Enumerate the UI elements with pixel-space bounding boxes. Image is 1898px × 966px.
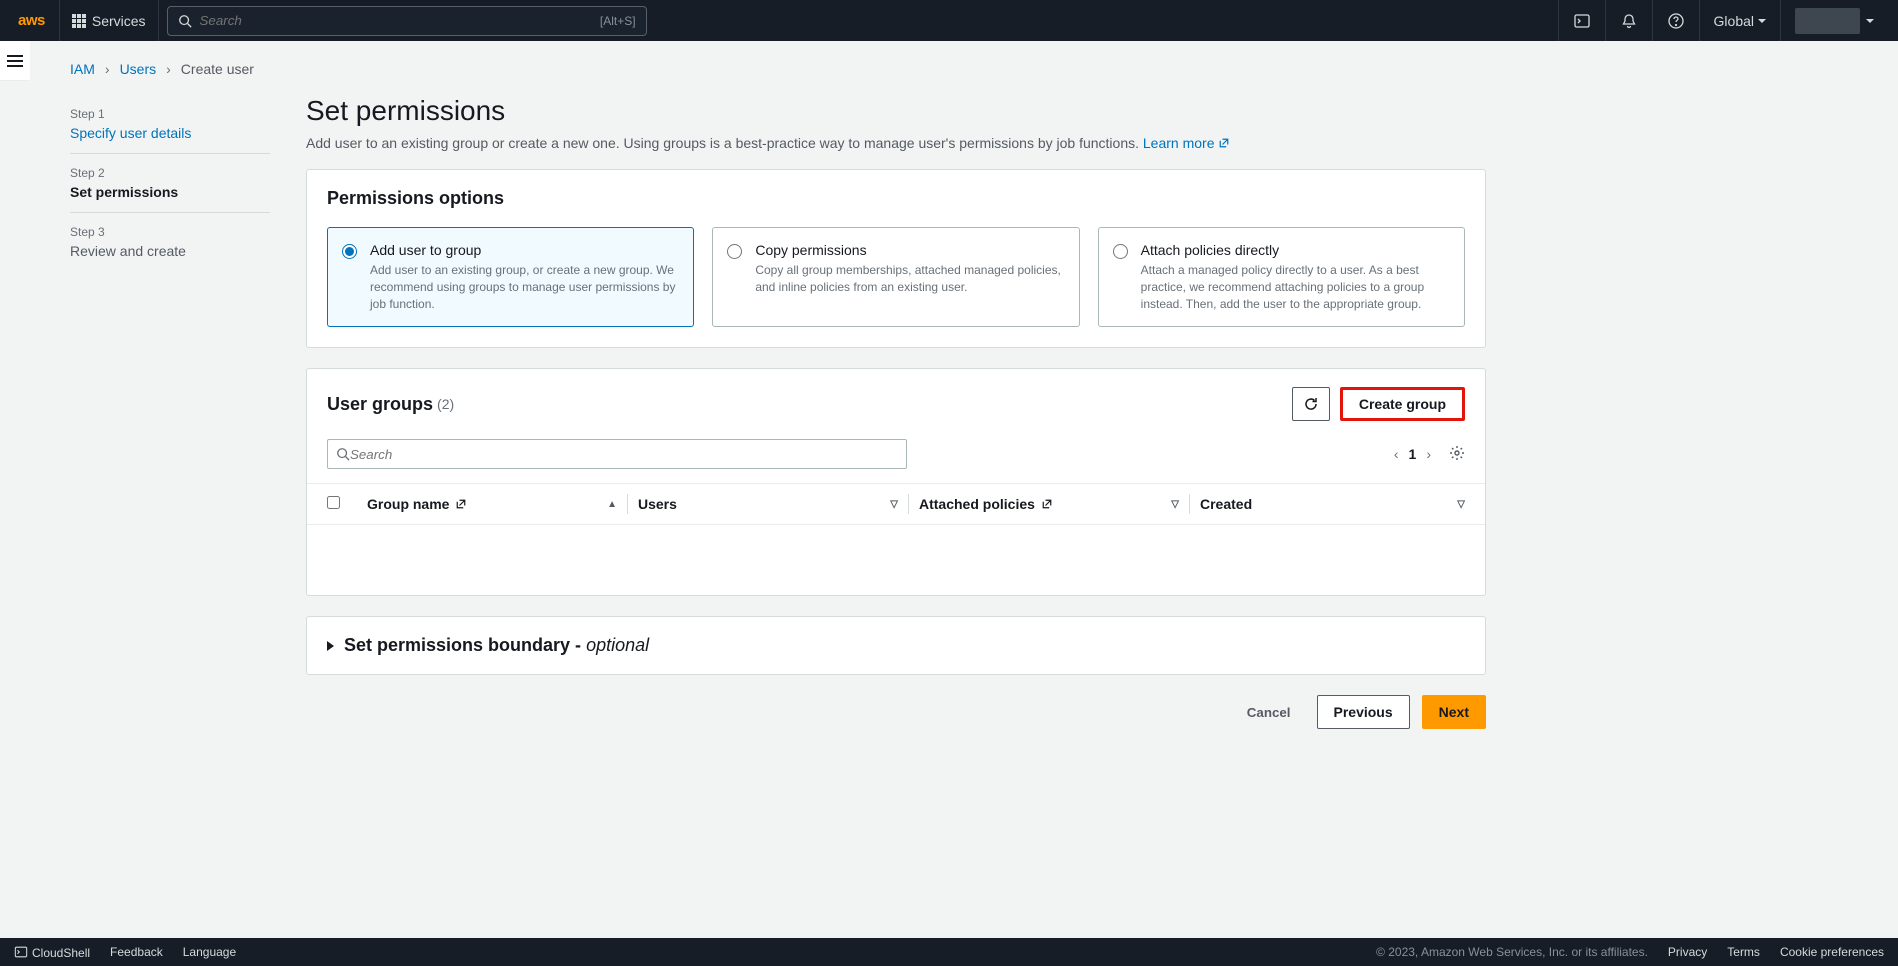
external-link-icon xyxy=(1041,498,1053,510)
step-label: Set permissions xyxy=(70,184,270,200)
breadcrumb-current: Create user xyxy=(181,61,254,77)
user-groups-title: User groups xyxy=(327,394,433,415)
user-groups-panel: User groups (2) Create group ‹ 1 xyxy=(306,368,1486,596)
step-label: Review and create xyxy=(70,243,270,259)
learn-more-link[interactable]: Learn more xyxy=(1143,135,1230,151)
page-subtitle: Add user to an existing group or create … xyxy=(306,135,1486,151)
cloudshell-nav-icon[interactable] xyxy=(1558,0,1605,41)
table-settings-button[interactable] xyxy=(1449,445,1465,464)
search-icon xyxy=(336,447,350,461)
filter-search[interactable] xyxy=(327,439,907,469)
cancel-button[interactable]: Cancel xyxy=(1233,695,1305,729)
aws-logo[interactable]: aws xyxy=(18,12,45,29)
step-2: Step 2 Set permissions xyxy=(70,154,270,213)
services-menu[interactable]: Services xyxy=(59,0,159,41)
side-panel-toggle[interactable] xyxy=(0,41,30,81)
privacy-link[interactable]: Privacy xyxy=(1668,945,1707,959)
option-radio[interactable] xyxy=(1113,244,1128,259)
account-redacted xyxy=(1795,8,1860,34)
hamburger-icon xyxy=(7,55,23,67)
refresh-button[interactable] xyxy=(1292,387,1330,421)
option-add-to-group[interactable]: Add user to group Add user to an existin… xyxy=(327,227,694,327)
filter-input[interactable] xyxy=(350,447,898,462)
prev-page-icon[interactable]: ‹ xyxy=(1394,446,1399,462)
cookie-preferences-link[interactable]: Cookie preferences xyxy=(1780,945,1884,959)
pagination: ‹ 1 › xyxy=(1394,445,1465,464)
sort-icon: ▽ xyxy=(890,499,898,510)
gear-icon xyxy=(1449,445,1465,461)
create-group-button[interactable]: Create group xyxy=(1340,387,1465,421)
col-attached-policies[interactable]: Attached policies ▽ xyxy=(919,496,1179,512)
current-page: 1 xyxy=(1409,446,1417,462)
permissions-boundary-panel[interactable]: Set permissions boundary - optional xyxy=(306,616,1486,675)
breadcrumb: IAM › Users › Create user xyxy=(70,61,1858,77)
step-1[interactable]: Step 1 Specify user details xyxy=(70,95,270,154)
language-link[interactable]: Language xyxy=(183,945,236,959)
refresh-icon xyxy=(1303,396,1319,412)
main-content: Set permissions Add user to an existing … xyxy=(306,95,1486,729)
option-radio[interactable] xyxy=(342,244,357,259)
search-bar[interactable]: [Alt+S] xyxy=(167,6,647,36)
terms-link[interactable]: Terms xyxy=(1727,945,1760,959)
boundary-label: Set permissions boundary - optional xyxy=(344,635,649,656)
sort-icon: ▽ xyxy=(1457,499,1465,510)
external-link-icon xyxy=(1218,137,1230,149)
chevron-right-icon: › xyxy=(166,61,171,77)
next-page-icon[interactable]: › xyxy=(1426,446,1431,462)
region-selector[interactable]: Global xyxy=(1699,0,1780,41)
cloudshell-icon xyxy=(14,945,28,959)
page-body: IAM › Users › Create user Step 1 Specify… xyxy=(30,41,1898,938)
sort-icon: ▽ xyxy=(1171,499,1179,510)
caret-right-icon xyxy=(327,641,334,651)
permissions-options-panel: Permissions options Add user to group Ad… xyxy=(306,169,1486,348)
copyright: © 2023, Amazon Web Services, Inc. or its… xyxy=(1376,945,1648,959)
search-shortcut: [Alt+S] xyxy=(600,14,636,28)
option-radio[interactable] xyxy=(727,244,742,259)
feedback-link[interactable]: Feedback xyxy=(110,945,163,959)
breadcrumb-iam[interactable]: IAM xyxy=(70,61,95,77)
search-input[interactable] xyxy=(200,13,600,28)
option-copy-permissions[interactable]: Copy permissions Copy all group membersh… xyxy=(712,227,1079,327)
col-users[interactable]: Users▽ xyxy=(638,496,898,512)
table-header: Group name ▲ Users▽ Attached policies ▽ xyxy=(307,483,1485,525)
chevron-right-icon: › xyxy=(105,61,110,77)
option-attach-policies[interactable]: Attach policies directly Attach a manage… xyxy=(1098,227,1465,327)
search-icon xyxy=(178,14,192,28)
page-title: Set permissions xyxy=(306,95,1486,127)
step-3: Step 3 Review and create xyxy=(70,213,270,271)
permissions-options-title: Permissions options xyxy=(307,170,1485,227)
top-nav: aws Services [Alt+S] Global xyxy=(0,0,1898,41)
select-all-checkbox[interactable] xyxy=(327,496,340,509)
next-button[interactable]: Next xyxy=(1422,695,1486,729)
table-body-empty xyxy=(307,525,1485,595)
help-icon[interactable] xyxy=(1652,0,1699,41)
notifications-icon[interactable] xyxy=(1605,0,1652,41)
user-groups-count: (2) xyxy=(437,396,454,412)
grid-icon xyxy=(72,14,86,28)
wizard-steps: Step 1 Specify user details Step 2 Set p… xyxy=(70,95,270,729)
wizard-actions: Cancel Previous Next xyxy=(306,695,1486,729)
services-label: Services xyxy=(92,13,146,29)
footer-bar: CloudShell Feedback Language © 2023, Ama… xyxy=(0,938,1898,966)
sort-asc-icon: ▲ xyxy=(607,499,617,510)
col-group-name[interactable]: Group name ▲ xyxy=(367,496,617,512)
previous-button[interactable]: Previous xyxy=(1317,695,1410,729)
step-label: Specify user details xyxy=(70,125,270,141)
account-menu[interactable] xyxy=(1780,0,1888,41)
col-created[interactable]: Created▽ xyxy=(1200,496,1465,512)
cloudshell-link[interactable]: CloudShell xyxy=(14,945,90,960)
external-link-icon xyxy=(455,498,467,510)
breadcrumb-users[interactable]: Users xyxy=(120,61,157,77)
